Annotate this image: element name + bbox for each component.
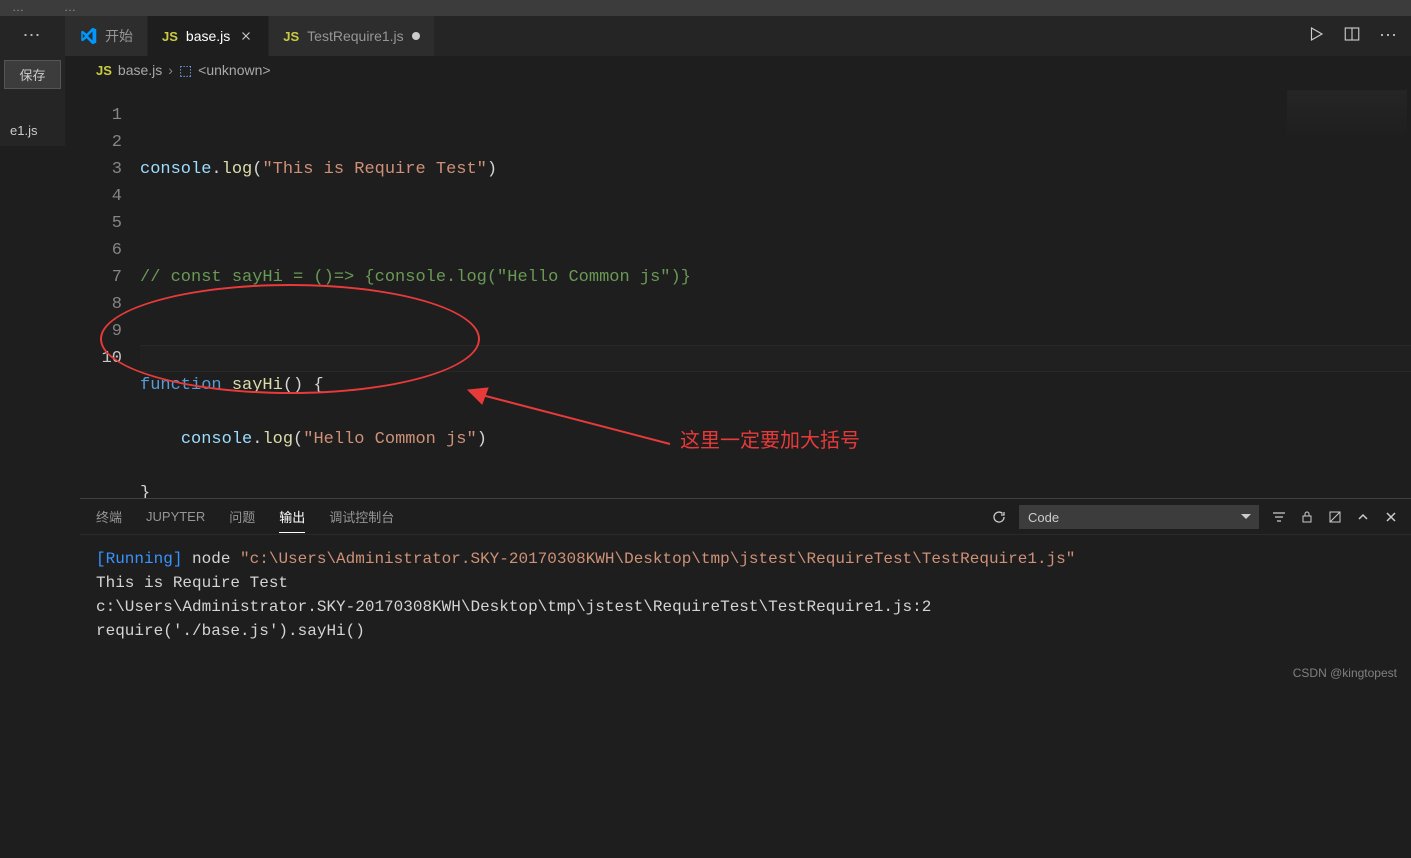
tab-label: 开始: [105, 26, 133, 46]
line-number-gutter: 1 2 3 4 5 6 7 8 9 10: [80, 84, 140, 498]
minimap[interactable]: [1287, 90, 1407, 140]
save-button[interactable]: 保存: [4, 60, 61, 89]
breadcrumb[interactable]: JS base.js › ⬚ <unknown>: [80, 56, 1411, 84]
split-editor-icon[interactable]: [1343, 25, 1361, 48]
js-file-icon: JS: [96, 63, 112, 78]
vscode-icon: [79, 27, 97, 45]
tab-welcome[interactable]: 开始: [65, 16, 148, 56]
lock-icon[interactable]: [1299, 509, 1315, 525]
close-panel-icon[interactable]: [1383, 509, 1399, 525]
code-editor[interactable]: 1 2 3 4 5 6 7 8 9 10 console.log("This i…: [80, 84, 1411, 498]
editor-actions: ⋯: [1307, 16, 1399, 56]
output-channel-select[interactable]: Code: [1019, 505, 1259, 529]
more-actions-icon[interactable]: ⋯: [1379, 25, 1399, 47]
tab-base-js[interactable]: JS base.js: [148, 16, 269, 56]
clear-icon[interactable]: [1327, 509, 1343, 525]
js-file-icon: JS: [283, 29, 299, 44]
breadcrumb-file: base.js: [118, 62, 162, 78]
panel-tab-jupyter[interactable]: JUPYTER: [146, 503, 205, 530]
filter-icon[interactable]: [1271, 509, 1287, 525]
sidebar-menu-button[interactable]: ⋯: [0, 16, 65, 56]
tab-label: base.js: [186, 28, 230, 44]
watermark: CSDN @kingtopest: [1293, 666, 1397, 680]
breadcrumb-symbol: <unknown>: [198, 62, 270, 78]
panel-tab-terminal[interactable]: 终端: [96, 501, 122, 532]
code-content[interactable]: console.log("This is Require Test") // c…: [140, 84, 1411, 498]
chevron-up-icon[interactable]: [1355, 509, 1371, 525]
dirty-indicator-icon: [412, 32, 420, 40]
output-body[interactable]: [Running] node "c:\Users\Administrator.S…: [80, 535, 1411, 688]
panel-tab-problems[interactable]: 问题: [229, 501, 255, 532]
bottom-panel: 终端 JUPYTER 问题 输出 调试控制台 Code [Running] no…: [80, 498, 1411, 688]
ellipsis-icon: ⋯: [23, 25, 43, 47]
menubar-fragment: ……: [0, 0, 1411, 16]
refresh-icon[interactable]: [991, 509, 1007, 525]
tab-testrequire1-js[interactable]: JS TestRequire1.js: [269, 16, 434, 56]
panel-tabs: 终端 JUPYTER 问题 输出 调试控制台 Code: [80, 499, 1411, 535]
explorer-item[interactable]: e1.js: [0, 115, 65, 146]
chevron-right-icon: ›: [168, 62, 173, 78]
symbol-icon: ⬚: [179, 62, 192, 79]
explorer-fragment: 保存 e1.js: [0, 56, 65, 146]
run-icon[interactable]: [1307, 25, 1325, 48]
close-icon[interactable]: [238, 28, 254, 44]
panel-tab-output[interactable]: 输出: [279, 501, 305, 533]
editor-tab-bar: ⋯ 开始 JS base.js JS TestRequire1.js: [0, 16, 1411, 56]
tab-label: TestRequire1.js: [307, 28, 404, 44]
panel-tab-debug[interactable]: 调试控制台: [329, 501, 394, 532]
js-file-icon: JS: [162, 29, 178, 44]
